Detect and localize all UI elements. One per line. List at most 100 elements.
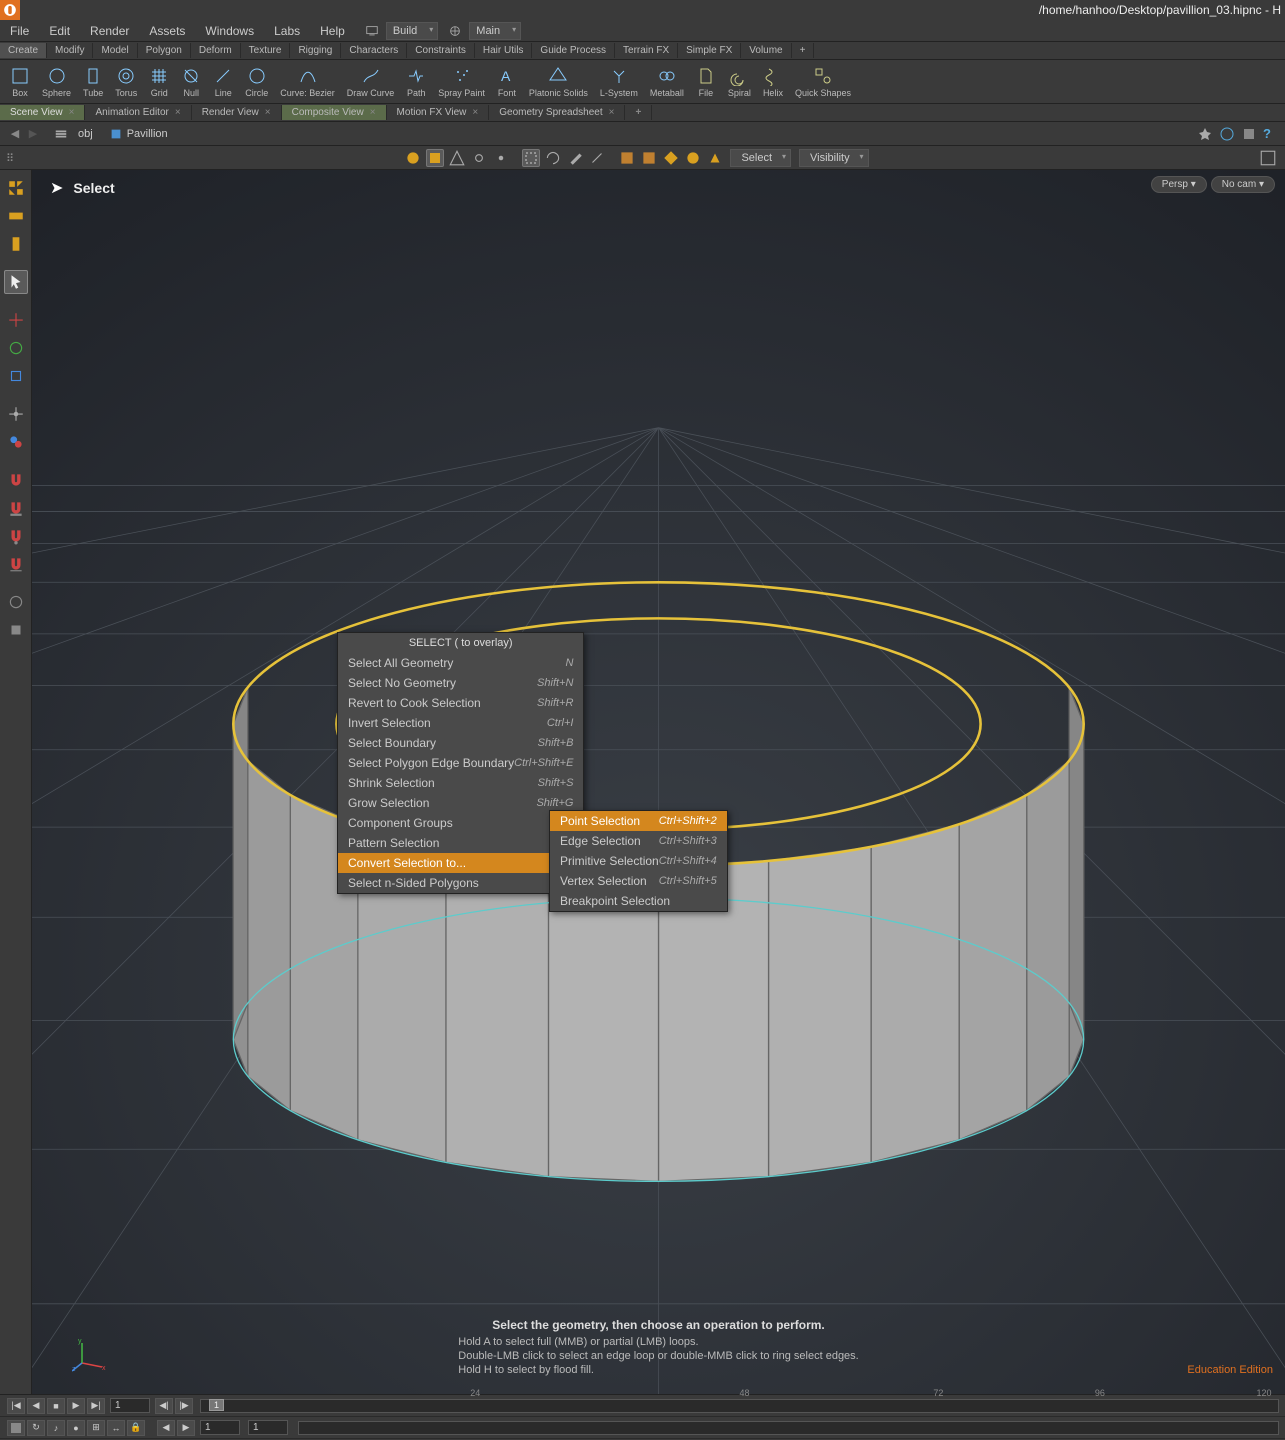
menu-windows[interactable]: Windows [195,21,264,41]
view-tool-2-icon[interactable] [4,204,28,228]
vis-2-icon[interactable] [640,149,658,167]
shelf-tool-circle[interactable]: Circle [239,64,274,100]
scope-icon[interactable]: ⊞ [87,1420,105,1436]
menu-edit[interactable]: Edit [39,21,80,41]
range-start-input[interactable] [200,1420,240,1435]
select-dropdown[interactable]: Select [730,149,791,167]
menu-help[interactable]: Help [310,21,355,41]
submenu-item-edge-selection[interactable]: Edge SelectionCtrl+Shift+3 [550,831,727,851]
viewport[interactable]: ➤ Select Persp ▾ No cam ▾ [32,170,1285,1394]
panel-tab-render-view[interactable]: Render View× [192,105,282,120]
misc-2-icon[interactable] [4,618,28,642]
play-button[interactable]: ▶ [67,1398,85,1414]
submenu-item-point-selection[interactable]: Point SelectionCtrl+Shift+2 [550,811,727,831]
submenu-item-primitive-selection[interactable]: Primitive SelectionCtrl+Shift+4 [550,851,727,871]
next-key-button[interactable]: |▶ [175,1398,193,1414]
maximize-icon[interactable] [1259,149,1277,167]
snap-2-tool-icon[interactable] [4,430,28,454]
shelf-tab-modify[interactable]: Modify [47,43,93,58]
scale-tool-icon[interactable] [4,364,28,388]
panel-tab-add[interactable]: + [625,105,652,120]
shelf-tool-file[interactable]: File [690,64,722,100]
sub-prev-icon[interactable]: ◀ [157,1420,175,1436]
menu-item-shrink-selection[interactable]: Shrink SelectionShift+S [338,773,583,793]
shelf-tool-sphere[interactable]: Sphere [36,64,77,100]
menu-item-revert-to-cook-selection[interactable]: Revert to Cook SelectionShift+R [338,693,583,713]
laser-icon[interactable] [588,149,606,167]
cam-dropdown[interactable]: No cam ▾ [1211,176,1275,193]
loop-icon[interactable]: ↻ [27,1420,45,1436]
shelf-tab-characters[interactable]: Characters [341,43,407,58]
key-icon[interactable]: ● [67,1420,85,1436]
marquee-icon[interactable] [522,149,540,167]
shelf-tab-texture[interactable]: Texture [241,43,291,58]
shelf-tool-path[interactable]: Path [400,64,432,100]
lasso-icon[interactable] [544,149,562,167]
shelf-tab-deform[interactable]: Deform [191,43,241,58]
shelf-tab-hair-utils[interactable]: Hair Utils [475,43,533,58]
crumb-obj[interactable]: obj [70,126,101,142]
view-tool-icon[interactable] [4,176,28,200]
paneset-dropdown[interactable]: Main [469,22,521,40]
vis-3-icon[interactable] [662,149,680,167]
shelf-tool-metaball[interactable]: Metaball [644,64,690,100]
snap-point-icon[interactable] [404,149,422,167]
move-tool-icon[interactable] [4,308,28,332]
shelf-tab-polygon[interactable]: Polygon [138,43,191,58]
shelf-tab-constraints[interactable]: Constraints [407,43,475,58]
misc-1-icon[interactable] [4,590,28,614]
shelf-tool-box[interactable]: Box [4,64,36,100]
shelf-tool-draw[interactable]: Draw Curve [341,64,401,100]
grip-icon[interactable]: ⠿ [6,152,18,164]
first-frame-button[interactable]: |◀ [7,1398,25,1414]
shelf-tool-lsystem[interactable]: L-System [594,64,644,100]
view-tool-3-icon[interactable] [4,232,28,256]
audio-icon[interactable]: ♪ [47,1420,65,1436]
sub-next-icon[interactable]: ▶ [177,1420,195,1436]
range-end-input[interactable] [248,1420,288,1435]
desktop-dropdown[interactable]: Build [386,22,438,40]
vis-5-icon[interactable] [706,149,724,167]
snap-break-icon[interactable] [492,149,510,167]
prev-frame-button[interactable]: ◀ [27,1398,45,1414]
render-icon[interactable] [1241,126,1257,142]
vis-1-icon[interactable] [618,149,636,167]
shelf-tool-line[interactable]: Line [207,64,239,100]
nav-history-icon[interactable] [52,125,70,143]
nav-back-icon[interactable]: ◀ [6,125,24,143]
menu-item-grow-selection[interactable]: Grow SelectionShift+G [338,793,583,813]
shelf-tool-font[interactable]: AFont [491,64,523,100]
last-frame-button[interactable]: ▶| [87,1398,105,1414]
shelf-tool-quick[interactable]: Quick Shapes [789,64,857,100]
pin-icon[interactable] [1197,126,1213,142]
shelf-tool-null[interactable]: Null [175,64,207,100]
snap-prim-icon[interactable] [448,149,466,167]
menu-item-convert-selection-to-[interactable]: Convert Selection to...▶ [338,853,583,873]
shelf-tool-platonic[interactable]: Platonic Solids [523,64,594,100]
shelf-tab-volume[interactable]: Volume [741,43,791,58]
nav-forward-icon[interactable]: ▶ [24,125,42,143]
shelf-tab-model[interactable]: Model [93,43,137,58]
shelf-tool-tube[interactable]: Tube [77,64,109,100]
lock-icon[interactable]: 🔒 [127,1420,145,1436]
stop-button[interactable]: ■ [47,1398,65,1414]
submenu-item-vertex-selection[interactable]: Vertex SelectionCtrl+Shift+5 [550,871,727,891]
range-icon[interactable]: ↔ [107,1420,125,1436]
prev-key-button[interactable]: ◀| [155,1398,173,1414]
shelf-tab-create[interactable]: Create [0,43,47,58]
brush-icon[interactable] [566,149,584,167]
panel-tab-animation-editor[interactable]: Animation Editor× [85,105,191,120]
vis-4-icon[interactable] [684,149,702,167]
persp-dropdown[interactable]: Persp ▾ [1151,176,1207,193]
panel-tab-composite-view[interactable]: Composite View× [282,105,387,120]
menu-item-select-n-sided-polygons[interactable]: Select n-Sided Polygons▶ [338,873,583,893]
menu-item-select-boundary[interactable]: Select BoundaryShift+B [338,733,583,753]
menu-file[interactable]: File [0,21,39,41]
crumb-node[interactable]: Pavillion [101,125,176,143]
magnet-4-icon[interactable] [4,552,28,576]
menu-item-select-polygon-edge-boundary[interactable]: Select Polygon Edge BoundaryCtrl+Shift+E [338,753,583,773]
shelf-tab-guide-process[interactable]: Guide Process [532,43,615,58]
globe-icon[interactable] [1219,126,1235,142]
help-icon[interactable]: ? [1263,126,1279,142]
submenu-item-breakpoint-selection[interactable]: Breakpoint Selection [550,891,727,911]
